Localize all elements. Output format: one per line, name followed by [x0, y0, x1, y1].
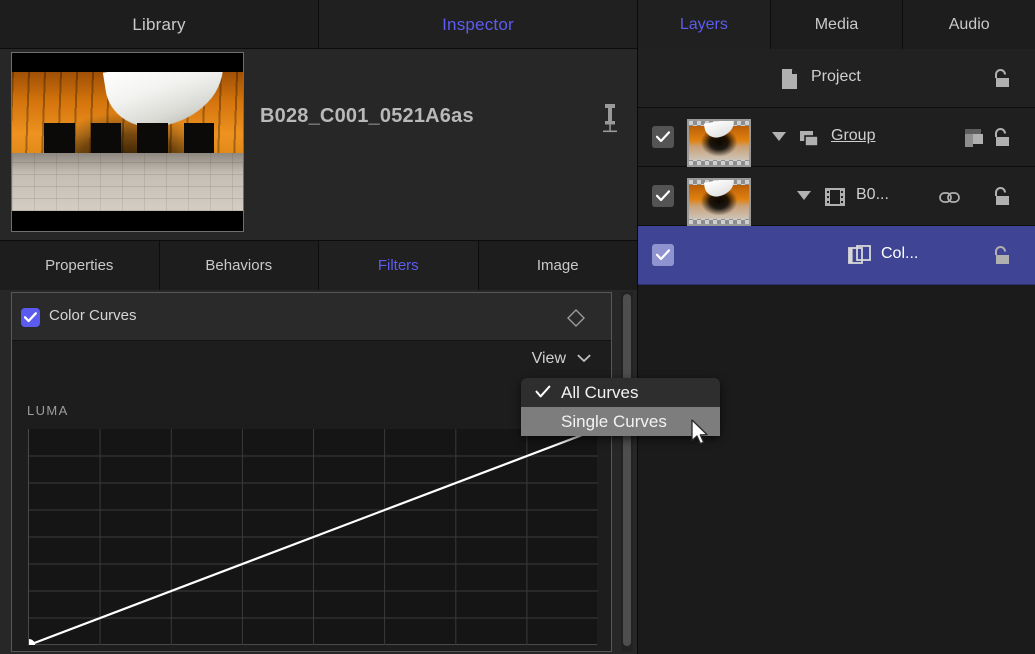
layer-row[interactable]: Project [638, 49, 1035, 108]
unlocked-padlock-icon[interactable] [990, 244, 1014, 273]
letterbox-bottom [12, 212, 243, 231]
layer-row[interactable]: Group [638, 108, 1035, 167]
inspector-header: B028_C001_0521A6as [0, 49, 637, 238]
tab-properties-label: Properties [45, 257, 113, 274]
tab-image[interactable]: Image [479, 241, 638, 290]
tab-filters-label: Filters [378, 257, 419, 274]
filter-icon [848, 244, 872, 273]
unlocked-padlock-icon[interactable] [990, 185, 1014, 214]
tab-behaviors-label: Behaviors [205, 257, 272, 274]
tab-layers-label: Layers [680, 16, 728, 34]
pin-icon[interactable] [597, 101, 623, 135]
clip-preview-image [12, 53, 243, 231]
tunnel-photo [12, 71, 243, 211]
mask-icon[interactable] [963, 126, 987, 155]
disclosure-triangle-icon[interactable] [797, 191, 811, 200]
layer-row[interactable]: B0... [638, 167, 1035, 226]
tab-inspector-label: Inspector [442, 15, 514, 35]
tab-media-label: Media [815, 16, 859, 34]
filter-name-label: Color Curves [49, 307, 137, 324]
menu-item-all-curves-label: All Curves [561, 383, 638, 403]
chevron-down-icon [577, 350, 591, 368]
tab-media[interactable]: Media [771, 0, 904, 49]
letterbox-top [12, 53, 243, 72]
filter-header: Color Curves [12, 293, 611, 341]
layer-visibility-checkbox[interactable] [652, 126, 674, 148]
diamond-icon[interactable] [566, 308, 586, 328]
tab-behaviors[interactable]: Behaviors [160, 241, 320, 290]
channel-label: LUMA [27, 403, 69, 418]
layers-tab-bar: Layers Media Audio [638, 0, 1035, 49]
tab-library-label: Library [132, 15, 185, 35]
layer-visibility-checkbox[interactable] [652, 185, 674, 207]
view-dropdown-label: View [532, 350, 566, 368]
top-tab-bar: Library Inspector [0, 0, 637, 49]
filters-scrollbar[interactable] [621, 292, 633, 652]
link-icon[interactable] [938, 185, 962, 214]
document-icon [778, 67, 802, 96]
layer-list: Project Group B0... Col... [638, 49, 1035, 285]
tab-audio[interactable]: Audio [903, 0, 1035, 49]
tab-filters[interactable]: Filters [319, 241, 479, 290]
motion-app-window: Library Inspector [0, 0, 1035, 654]
layer-name-label[interactable]: B0... [856, 186, 889, 204]
view-dropdown-button[interactable]: View [530, 347, 593, 371]
inspector-sub-tab-bar: Properties Behaviors Filters Image [0, 240, 637, 290]
menu-item-all-curves[interactable]: All Curves [521, 378, 720, 407]
mouse-cursor [690, 419, 712, 454]
tab-image-label: Image [537, 257, 579, 274]
unlocked-padlock-icon[interactable] [990, 126, 1014, 155]
film-icon [823, 185, 847, 214]
filters-panel: Color Curves View [0, 290, 637, 654]
tab-properties[interactable]: Properties [0, 241, 160, 290]
tunnel-floor [12, 153, 243, 211]
inspector-pane: Library Inspector [0, 0, 637, 654]
layer-name-label[interactable]: Group [831, 127, 875, 145]
layer-row[interactable]: Col... [638, 226, 1035, 285]
layer-name-label[interactable]: Project [811, 68, 861, 86]
page-title: B028_C001_0521A6as [260, 105, 474, 128]
menu-item-single-curves-label: Single Curves [561, 412, 667, 432]
clip-preview-thumbnail [11, 52, 244, 232]
layer-thumbnail [687, 178, 751, 226]
filters-scrollbar-thumb[interactable] [623, 294, 631, 646]
luma-curve-graph[interactable] [28, 429, 597, 645]
disclosure-triangle-icon[interactable] [772, 132, 786, 141]
layer-name-label[interactable]: Col... [881, 245, 918, 263]
checkmark-icon [535, 384, 551, 404]
layers-pane: Layers Media Audio Project Group B0... Col.… [637, 0, 1035, 654]
tab-inspector[interactable]: Inspector [319, 0, 637, 49]
tab-audio-label: Audio [949, 16, 990, 34]
unlocked-padlock-icon[interactable] [990, 67, 1014, 96]
layer-visibility-checkbox[interactable] [652, 244, 674, 266]
color-curves-filter-card: Color Curves View [11, 292, 612, 652]
group-icon [798, 126, 822, 155]
filter-enable-checkbox[interactable] [21, 308, 40, 327]
tab-library[interactable]: Library [0, 0, 319, 49]
layer-thumbnail [687, 119, 751, 167]
curve-plot [29, 429, 598, 645]
tab-layers[interactable]: Layers [638, 0, 771, 49]
